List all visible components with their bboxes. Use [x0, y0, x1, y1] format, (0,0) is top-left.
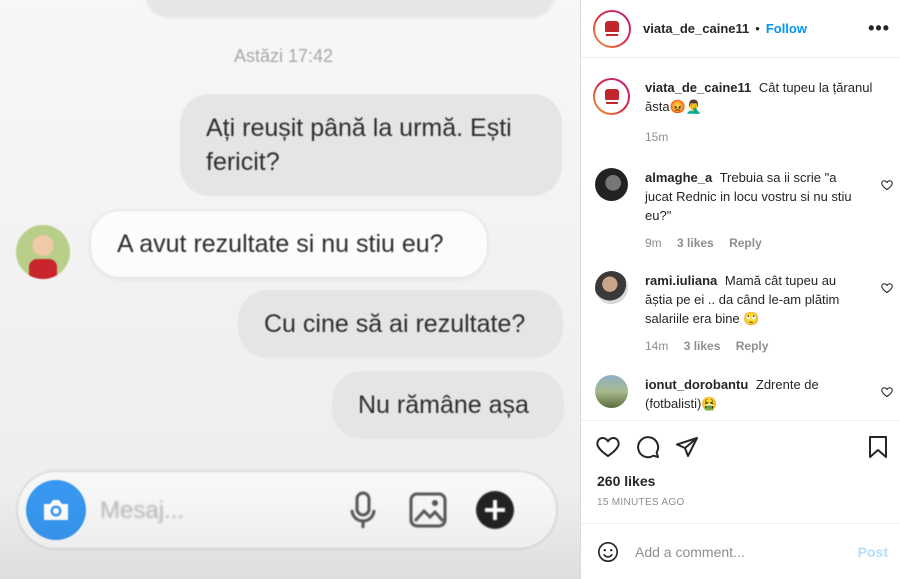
comments-list[interactable]: viata_de_caine11 Cât tupeu la țăranul ăs… [581, 59, 900, 419]
comment-body: ionut_dorobantu Zdrente de (fotbalisti)🤮 [645, 375, 865, 413]
comment-avatar[interactable] [595, 375, 628, 408]
add-comment-input[interactable]: Add a comment... [635, 544, 745, 560]
comment-likes[interactable]: 3 likes [677, 236, 714, 250]
comment-username[interactable]: rami.iuliana [645, 273, 717, 288]
chat-message-outgoing: Ați reușit până la urmă. Ești fericit? [180, 94, 562, 196]
follow-button[interactable]: Follow [766, 21, 807, 36]
chat-message-outgoing: Nu rămâne așa [332, 371, 564, 439]
comment-body: almaghe_a Trebuia sa ii scrie "a jucat R… [645, 168, 865, 225]
post-actions [581, 420, 900, 471]
likes-count[interactable]: 260 likes [597, 473, 655, 489]
chat-message-incoming: A avut rezultate si nu stiu eu? [90, 210, 488, 278]
share-icon[interactable] [675, 435, 699, 464]
heart-icon[interactable] [596, 435, 620, 464]
comment-time: 9m [645, 236, 662, 250]
plus-circle-icon [474, 489, 516, 536]
reply-button[interactable]: Reply [736, 339, 769, 353]
chat-message-outgoing: Cu cine să ai rezultate? [238, 290, 563, 358]
comment-likes[interactable]: 3 likes [684, 339, 721, 353]
comment-like-icon[interactable] [881, 281, 893, 299]
bookmark-icon[interactable] [867, 435, 889, 464]
comment-body: rami.iuliana Mamă cât tupeu au ăștia pe … [645, 271, 865, 328]
caption-username[interactable]: viata_de_caine11 [645, 80, 751, 95]
post-panel: viata_de_caine11 • Follow ••• viata_de_c… [581, 0, 900, 579]
chat-timestamp: Astăzi 17:42 [234, 46, 334, 66]
avatar-inner [595, 11, 629, 46]
message-placeholder: Mesaj... [100, 497, 185, 524]
microphone-icon [347, 490, 379, 537]
comment-avatar[interactable] [595, 168, 628, 201]
chat-message-text: Cu cine să ai rezultate? [264, 310, 526, 338]
comment-avatar[interactable] [595, 271, 628, 304]
chat-message-text: Ați reușit până la urmă. Ești fericit? [206, 114, 512, 176]
comment-username[interactable]: almaghe_a [645, 170, 712, 185]
more-horizontal-icon[interactable]: ••• [868, 18, 890, 39]
header-username[interactable]: viata_de_caine11 [643, 21, 749, 36]
gallery-icon [408, 490, 448, 535]
chat-message-text: Nu rămâne așa [358, 391, 529, 419]
post-timestamp: 15 MINUTES AGO [597, 497, 685, 508]
post-header: viata_de_caine11 • Follow ••• [581, 0, 900, 58]
comment-like-icon[interactable] [881, 178, 893, 196]
add-comment-bar: Add a comment... Post [581, 523, 900, 579]
comment-like-icon[interactable] [881, 385, 893, 403]
caption-avatar[interactable] [593, 78, 630, 115]
profile-logo-icon [600, 85, 623, 108]
comment-icon[interactable] [636, 435, 660, 464]
comment-meta: 14m 3 likes Reply [645, 339, 780, 353]
chat-message-text: A avut rezultate si nu stiu eu? [117, 230, 444, 258]
post-media[interactable]: Astăzi 17:42 Ați reușit până la urmă. Eș… [0, 0, 580, 579]
comment-meta: 9m 3 likes Reply [645, 236, 774, 250]
emoji-icon[interactable] [597, 541, 619, 568]
comment-time: 14m [645, 339, 669, 353]
caption-avatar-inner [595, 80, 628, 113]
chat-avatar [16, 225, 70, 279]
caption-time: 15m [645, 130, 669, 144]
cropped-message-bubble [145, 0, 555, 18]
avatar[interactable] [593, 9, 631, 48]
reply-button[interactable]: Reply [729, 236, 762, 250]
header-separator: • [755, 21, 760, 36]
caption-body: viata_de_caine11 Cât tupeu la țăranul ăs… [645, 78, 880, 116]
profile-logo-icon [601, 17, 623, 40]
camera-icon [26, 480, 86, 540]
caption-meta: 15m [645, 130, 680, 144]
post-button[interactable]: Post [858, 544, 888, 560]
comment-username[interactable]: ionut_dorobantu [645, 377, 748, 392]
